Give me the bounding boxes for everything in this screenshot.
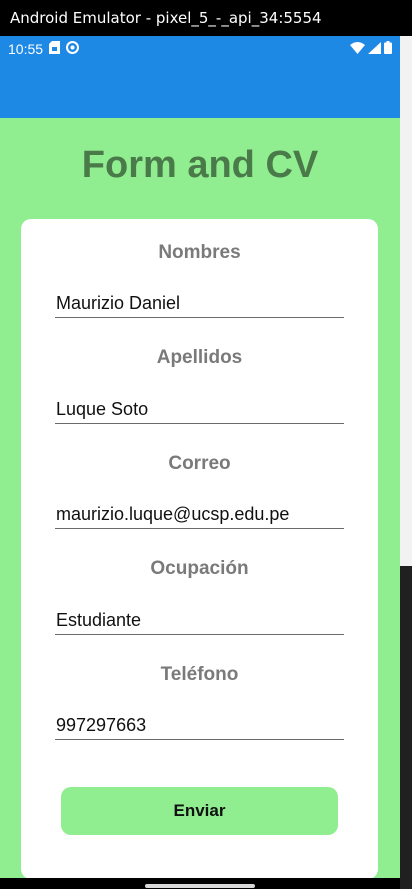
emulator-window-title: Android Emulator - pixel_5_-_api_34:5554 xyxy=(10,9,322,27)
enviar-button[interactable]: Enviar xyxy=(61,787,338,835)
page-title: Form and CV xyxy=(81,144,319,186)
ocupacion-label: Ocupación xyxy=(150,558,249,579)
emulator-title-bar: Android Emulator - pixel_5_-_api_34:5554 xyxy=(0,0,412,36)
nombres-label: Nombres xyxy=(158,242,241,263)
wifi-icon xyxy=(350,41,365,57)
desktop-background xyxy=(400,36,412,566)
signal-icon xyxy=(368,41,381,57)
status-bar: 10:55 xyxy=(0,36,400,61)
home-gesture-handle[interactable] xyxy=(145,884,255,888)
sync-icon xyxy=(66,40,80,57)
telefono-input[interactable] xyxy=(55,712,344,740)
status-time: 10:55 xyxy=(8,40,44,57)
correo-label: Correo xyxy=(168,453,231,474)
app-bar xyxy=(0,61,400,118)
form-card: Nombres Apellidos Correo Ocupación Teléf… xyxy=(21,219,378,879)
apellidos-label: Apellidos xyxy=(156,347,243,368)
apellidos-input[interactable] xyxy=(55,396,344,424)
correo-input[interactable] xyxy=(55,501,344,529)
battery-icon xyxy=(384,40,392,57)
phone-screen: 10:55 Form and CV Nombres Apellidos xyxy=(0,36,400,889)
form-screen: Form and CV Nombres Apellidos Correo Ocu… xyxy=(0,118,400,879)
telefono-label: Teléfono xyxy=(160,664,239,685)
status-right-icons xyxy=(350,40,392,57)
ocupacion-input[interactable] xyxy=(55,607,344,635)
nombres-input[interactable] xyxy=(55,290,344,318)
sim-card-icon xyxy=(49,40,61,57)
